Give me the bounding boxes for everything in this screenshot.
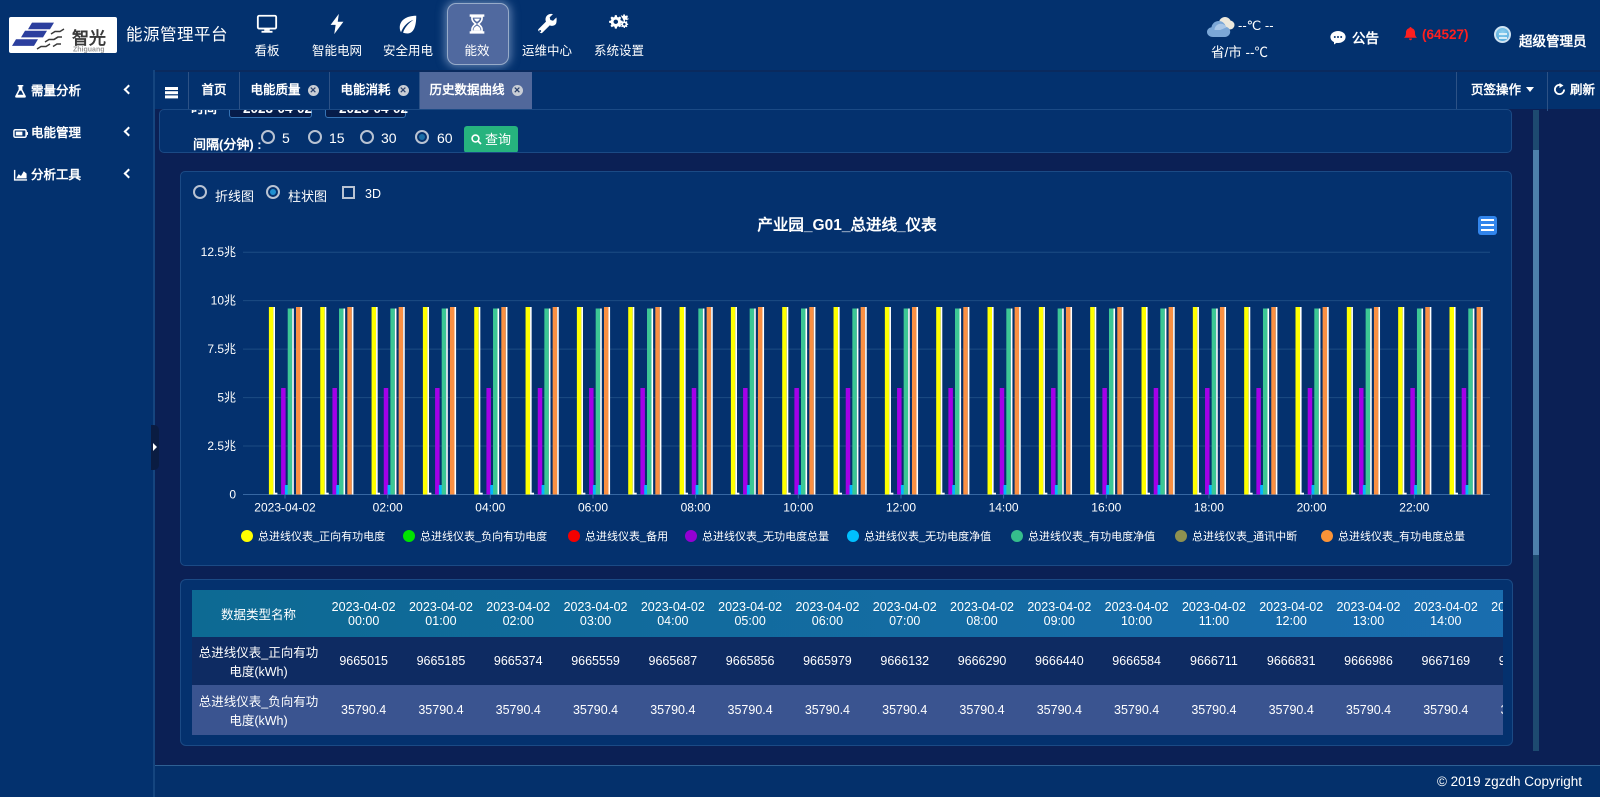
svg-text:5兆: 5兆 xyxy=(217,391,236,405)
svg-text:10兆: 10兆 xyxy=(211,294,236,308)
svg-text:14:00: 14:00 xyxy=(989,501,1019,515)
svg-text:20:00: 20:00 xyxy=(1297,501,1327,515)
svg-text:22:00: 22:00 xyxy=(1399,501,1429,515)
svg-text:06:00: 06:00 xyxy=(578,501,608,515)
svg-text:2023-04-02: 2023-04-02 xyxy=(254,501,316,515)
svg-text:2.5兆: 2.5兆 xyxy=(207,439,236,453)
svg-text:16:00: 16:00 xyxy=(1091,501,1121,515)
svg-text:18:00: 18:00 xyxy=(1194,501,1224,515)
svg-text:02:00: 02:00 xyxy=(373,501,403,515)
svg-text:12:00: 12:00 xyxy=(886,501,916,515)
svg-text:10:00: 10:00 xyxy=(783,501,813,515)
svg-text:12.5兆: 12.5兆 xyxy=(201,245,236,259)
svg-text:0: 0 xyxy=(229,488,236,502)
svg-text:7.5兆: 7.5兆 xyxy=(207,342,236,356)
svg-text:08:00: 08:00 xyxy=(681,501,711,515)
svg-text:04:00: 04:00 xyxy=(475,501,505,515)
